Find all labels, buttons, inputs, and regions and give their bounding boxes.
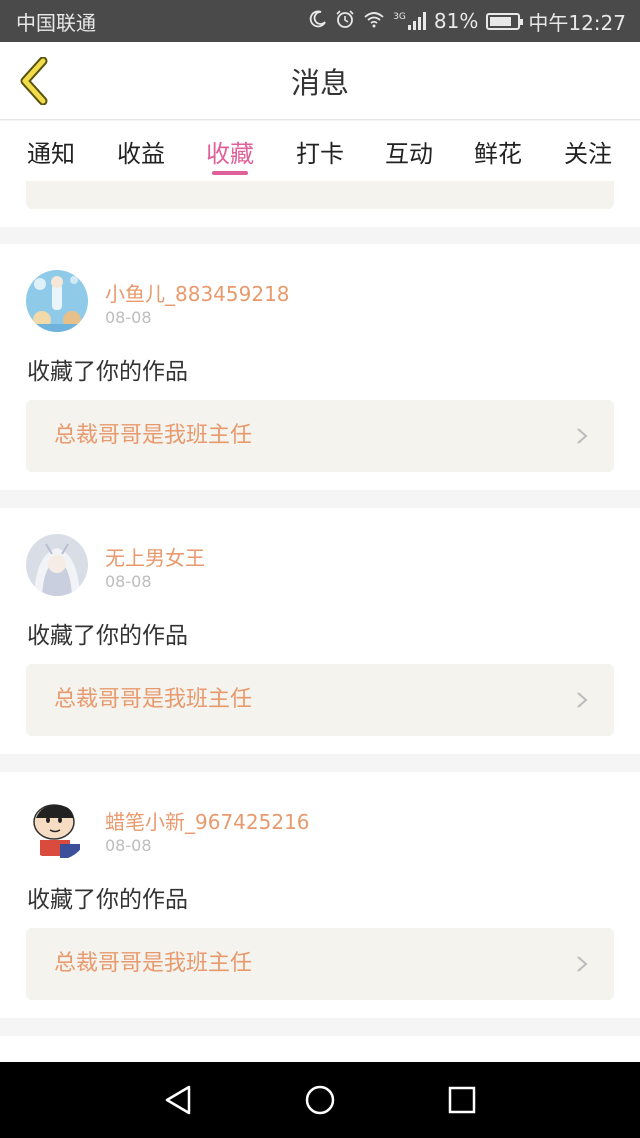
system-nav-bar — [0, 1062, 640, 1138]
circle-home-icon — [305, 1085, 335, 1115]
active-tab-indicator — [212, 171, 248, 175]
tab-interaction[interactable]: 互动 — [374, 121, 444, 181]
message-text: 收藏了你的作品 — [27, 359, 188, 385]
work-title: 总裁哥哥是我班主任 — [54, 687, 253, 712]
username[interactable]: 蜡笔小新_967425216 — [105, 806, 310, 835]
work-link[interactable]: 总裁哥哥是我班主任 — [26, 400, 614, 472]
page-title: 消息 — [290, 66, 349, 100]
square-recents-icon — [448, 1086, 476, 1114]
tab-flowers[interactable]: 鲜花 — [463, 121, 533, 181]
alarm-icon — [335, 9, 355, 33]
nav-home-button[interactable] — [300, 1080, 340, 1120]
tab-following[interactable]: 关注 — [553, 121, 623, 181]
chevron-right-icon — [577, 692, 588, 708]
triangle-back-icon — [165, 1085, 191, 1115]
battery-icon — [486, 12, 524, 30]
list-item-partial — [0, 1036, 640, 1062]
work-link-partial[interactable] — [26, 181, 614, 209]
date: 08-08 — [105, 836, 152, 855]
message-list[interactable]: 小鱼儿_883459218 08-08 收藏了你的作品 总裁哥哥是我班主任 无上… — [0, 181, 640, 1062]
username[interactable]: 小鱼儿_883459218 — [105, 278, 290, 307]
list-item: 蜡笔小新_967425216 08-08 收藏了你的作品 总裁哥哥是我班主任 — [0, 772, 640, 1018]
work-title: 总裁哥哥是我班主任 — [54, 951, 253, 976]
message-text: 收藏了你的作品 — [27, 623, 188, 649]
wifi-icon — [363, 10, 385, 32]
date: 08-08 — [105, 308, 152, 327]
work-title: 总裁哥哥是我班主任 — [54, 423, 253, 448]
tab-bar: 通知 收益 收藏 打卡 互动 鲜花 关注 — [0, 121, 640, 181]
signal-icon: 3G — [393, 12, 426, 30]
username[interactable]: 无上男女王 — [105, 542, 205, 571]
list-item-partial — [0, 181, 640, 227]
app-header: 消息 — [0, 42, 640, 120]
list-item: 无上男女王 08-08 收藏了你的作品 总裁哥哥是我班主任 — [0, 508, 640, 754]
tab-notifications[interactable]: 通知 — [16, 121, 86, 181]
tab-checkin[interactable]: 打卡 — [285, 121, 355, 181]
clock-time: 中午12:27 — [528, 10, 626, 35]
date: 08-08 — [105, 572, 152, 591]
nav-back-button[interactable] — [158, 1080, 198, 1120]
status-icons: 3G 81% 中午12:27 — [309, 7, 626, 36]
nav-recents-button[interactable] — [442, 1080, 482, 1120]
work-link[interactable]: 总裁哥哥是我班主任 — [26, 664, 614, 736]
work-link[interactable]: 总裁哥哥是我班主任 — [26, 928, 614, 1000]
avatar[interactable] — [26, 798, 88, 860]
avatar[interactable] — [26, 534, 88, 596]
carrier-name: 中国联通 — [16, 10, 96, 35]
list-item: 小鱼儿_883459218 08-08 收藏了你的作品 总裁哥哥是我班主任 — [0, 244, 640, 490]
status-bar: 中国联通 3G 81% 中午12:27 — [0, 0, 640, 42]
chevron-right-icon — [577, 956, 588, 972]
battery-percent: 81% — [433, 9, 479, 33]
moon-icon — [309, 10, 327, 32]
network-type: 3G — [393, 12, 406, 22]
tab-earnings[interactable]: 收益 — [106, 121, 176, 181]
chevron-right-icon — [577, 428, 588, 444]
message-text: 收藏了你的作品 — [27, 887, 188, 913]
avatar[interactable] — [26, 270, 88, 332]
